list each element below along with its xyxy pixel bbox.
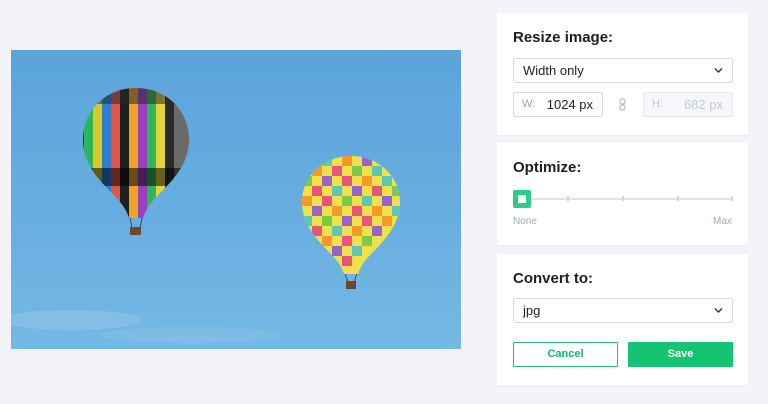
link-icon[interactable]: [619, 98, 626, 111]
slider-min-label: None: [513, 216, 537, 227]
height-label: H:: [652, 98, 663, 110]
save-button[interactable]: Save: [628, 342, 733, 367]
format-value: jpg: [523, 303, 541, 318]
width-value: 1024 px: [546, 97, 593, 112]
resize-mode-value: Width only: [523, 63, 584, 78]
optimize-slider-thumb[interactable]: [513, 190, 531, 208]
slider-tick: [677, 196, 679, 201]
image-preview: [11, 50, 461, 349]
chevron-down-icon: [714, 308, 723, 313]
width-field[interactable]: W: 1024 px: [513, 92, 603, 117]
optimize-title: Optimize:: [513, 159, 582, 176]
slider-tick: [731, 196, 733, 201]
slider-tick: [567, 196, 569, 201]
slider-tick: [622, 196, 624, 201]
height-field: H: 682 px: [643, 92, 733, 117]
cancel-button[interactable]: Cancel: [513, 342, 618, 367]
chevron-down-icon: [714, 68, 723, 73]
optimize-slider-track[interactable]: [522, 198, 732, 200]
width-label: W:: [522, 98, 536, 110]
format-select[interactable]: jpg: [513, 298, 733, 323]
slider-max-label: Max: [713, 216, 732, 227]
convert-title: Convert to:: [513, 270, 593, 287]
resize-title: Resize image:: [513, 29, 614, 46]
resize-mode-select[interactable]: Width only: [513, 58, 733, 83]
hot-air-balloons-image: [11, 88, 400, 343]
height-value: 682 px: [683, 97, 723, 112]
optimize-panel: Optimize:: [497, 143, 748, 245]
